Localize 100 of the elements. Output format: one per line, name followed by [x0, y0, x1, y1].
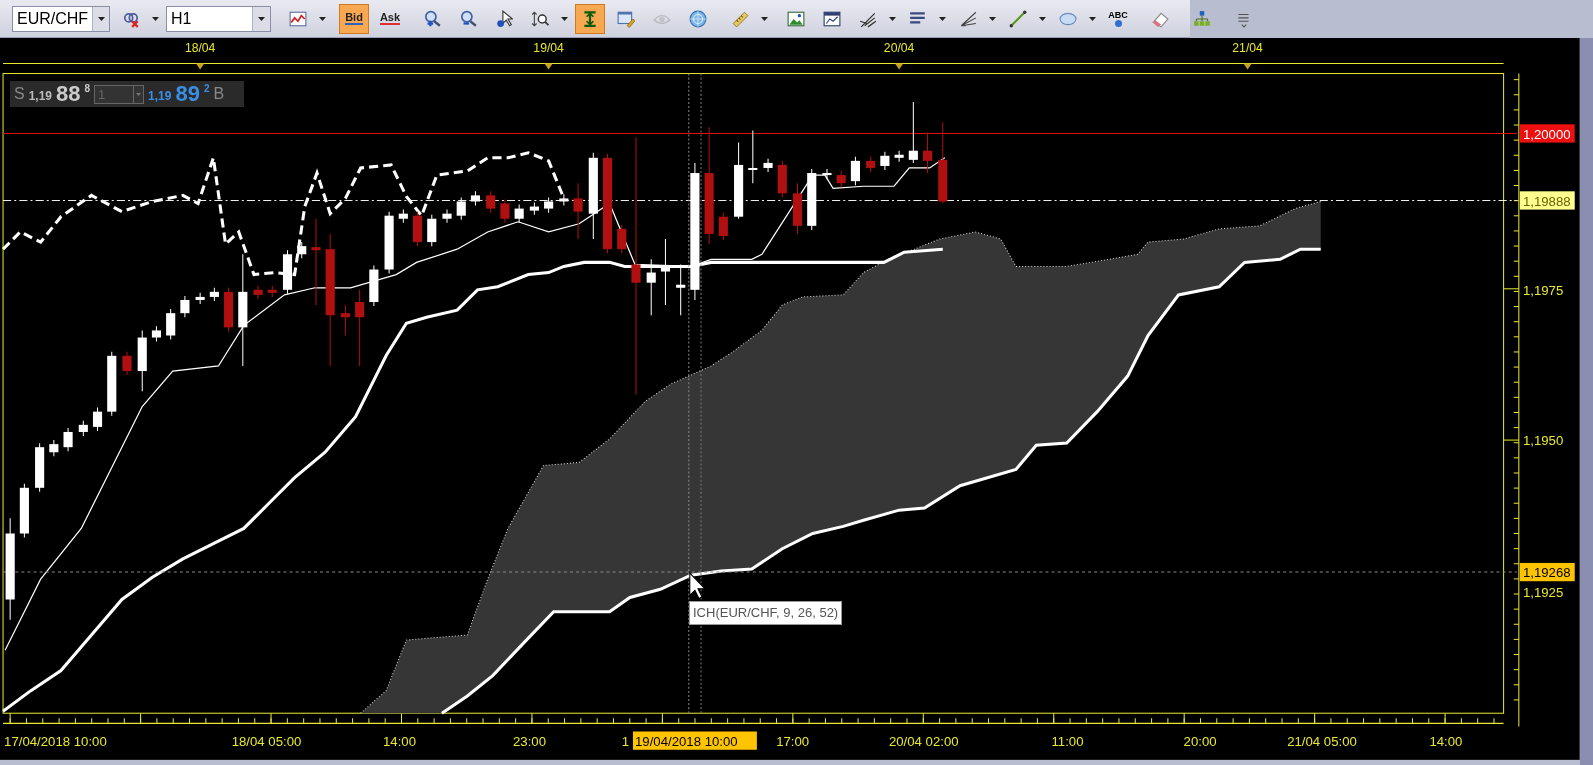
- candlestick: [573, 182, 583, 240]
- price-tick-label: 1,1975: [1522, 282, 1564, 298]
- candlestick: [63, 427, 73, 452]
- picture-icon: [787, 9, 805, 28]
- time-marker-label: 19/04/2018 10:00: [632, 731, 757, 750]
- caret-icon: [1039, 16, 1046, 21]
- price-side-toggle[interactable]: Bid: [339, 3, 369, 34]
- candlestick: [850, 156, 860, 186]
- candlestick: [224, 287, 234, 332]
- candlestick: [209, 287, 219, 302]
- candlestick: [369, 264, 379, 307]
- candlestick: [866, 156, 876, 173]
- time-tick-label: 20/04 02:00: [888, 733, 959, 749]
- date-label: 19/04: [533, 41, 564, 56]
- candlestick: [894, 150, 904, 163]
- split-bar-icon: [581, 9, 599, 28]
- time-tick-label: 17/04/2018 10:00: [4, 733, 107, 749]
- candlestick: [267, 285, 277, 298]
- indicator-tooltip: ICH(EUR/CHF, 9, 26, 52): [689, 601, 843, 625]
- buy-price-prefix: 1,19: [148, 90, 172, 102]
- sell-price-prefix: 1,19: [28, 90, 53, 102]
- caret-icon: [152, 16, 159, 21]
- caret-icon: [319, 16, 326, 21]
- candlestick: [777, 160, 787, 198]
- window-pencil-icon: [617, 9, 635, 28]
- candlestick: [908, 101, 918, 164]
- fan-lines-icon: [959, 9, 977, 28]
- time-tick-label: 23:00: [513, 733, 547, 749]
- caret-icon: [939, 16, 946, 21]
- candlestick: [151, 325, 162, 343]
- caret-icon: [561, 16, 568, 21]
- candlestick: [836, 170, 846, 188]
- candlestick: [166, 308, 176, 341]
- price-marker-label: 1,19888: [1519, 191, 1575, 210]
- dropdown-field[interactable]: EUR/CHF: [12, 5, 110, 32]
- candlestick: [660, 238, 670, 306]
- caret-icon: [761, 16, 768, 21]
- buy-price-fraction: 2: [203, 84, 210, 94]
- candlestick: [807, 168, 817, 231]
- candlestick: [413, 211, 423, 247]
- candlestick: [282, 249, 293, 295]
- text-button[interactable]: ABC: [1103, 3, 1133, 34]
- price-side-toggle[interactable]: Ask: [375, 3, 405, 34]
- candlestick: [195, 292, 205, 305]
- price-tick-label: 1,1950: [1522, 433, 1564, 449]
- buy-price: 89: [175, 83, 200, 105]
- candlestick: [107, 351, 117, 417]
- dropdown-field[interactable]: H1: [166, 5, 271, 32]
- buy-label: B: [213, 86, 225, 102]
- candlestick: [544, 196, 554, 214]
- candlestick: [676, 263, 686, 316]
- caret-icon: [258, 16, 265, 21]
- candlestick: [514, 204, 524, 224]
- candlestick: [718, 212, 728, 241]
- time-tick-label: 17:00: [776, 733, 810, 749]
- caret-icon: [97, 16, 105, 21]
- sell-price: 88: [56, 83, 81, 105]
- line-icon: [1009, 9, 1027, 28]
- line-chart-icon: [289, 9, 307, 28]
- zoom-icon: [531, 9, 549, 28]
- candlestick: [880, 151, 890, 171]
- candlestick: [923, 131, 933, 174]
- cursor-icon: [495, 9, 513, 28]
- time-tick-label: 1: [621, 733, 630, 749]
- candlestick: [559, 193, 569, 207]
- sell-label: S: [14, 86, 25, 102]
- candlestick: [19, 483, 29, 539]
- candlestick: [500, 198, 510, 224]
- window-chart-icon: [823, 9, 841, 28]
- split-bar-button[interactable]: [575, 3, 605, 34]
- candlestick: [384, 211, 394, 275]
- date-label: 18/04: [184, 41, 216, 56]
- zoom-out-icon: [459, 9, 477, 28]
- candlestick: [456, 196, 466, 221]
- candlestick: [180, 295, 190, 318]
- mouse-pointer-icon: [689, 571, 707, 600]
- sell-price-fraction: 8: [84, 84, 91, 94]
- date-label: 20/04: [883, 41, 915, 56]
- candlestick: [340, 304, 350, 336]
- date-label: 21/04: [1232, 41, 1263, 56]
- caret-icon: [889, 16, 896, 21]
- candlestick: [792, 182, 803, 235]
- hierarchy-icon: [1193, 9, 1211, 28]
- candlestick: [78, 420, 88, 437]
- candlestick: [822, 168, 832, 180]
- price-marker-label: 1,20000: [1519, 124, 1575, 143]
- candlestick: [529, 202, 539, 216]
- candlestick: [35, 442, 45, 493]
- candlestick: [617, 224, 627, 254]
- candlestick: [297, 241, 307, 259]
- candlestick: [470, 190, 481, 207]
- candlestick: [427, 214, 437, 247]
- caret-icon: [1089, 16, 1096, 21]
- candlestick: [92, 407, 103, 432]
- candlestick: [763, 158, 773, 173]
- time-tick-label: 21/04 05:00: [1287, 733, 1357, 749]
- globe-icon: [689, 9, 707, 28]
- candlestick: [442, 209, 452, 224]
- zoom-in-icon: [423, 9, 441, 28]
- ruler-icon: [731, 9, 749, 28]
